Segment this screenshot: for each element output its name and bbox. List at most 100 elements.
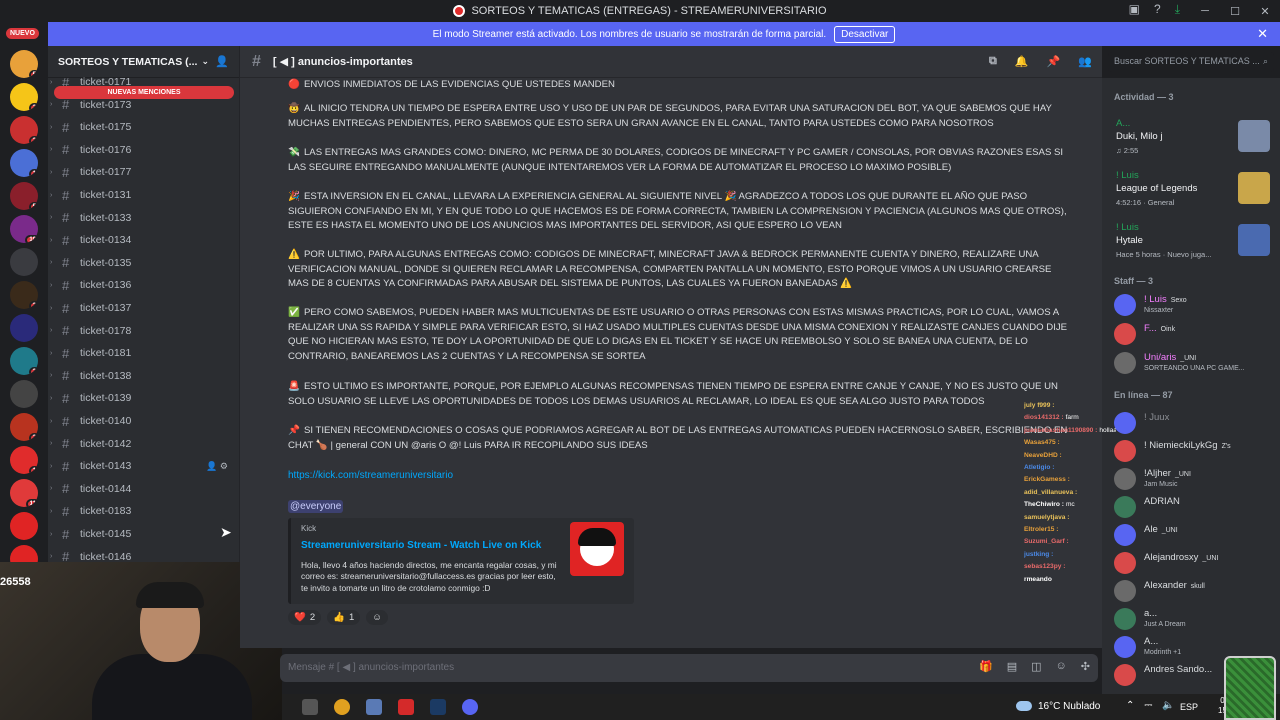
avatar [1114,496,1136,518]
embed-title[interactable]: Streameruniversitario Stream - Watch Liv… [301,540,541,551]
channel-item[interactable]: › # ticket-0131 [48,185,240,205]
channel-item[interactable]: › # ticket-0133 [48,208,240,228]
channel-item[interactable]: › # ticket-0140 [48,411,240,431]
channel-item[interactable]: › # ticket-0139 [48,388,240,408]
paragraph-emoji-icon: 📌 [288,425,300,436]
hash-icon: # [62,210,70,226]
member-row[interactable]: ! Luis Sexo Nissaxter [1114,292,1280,320]
channel-item[interactable]: › # ticket-0178 [48,321,240,341]
network-icon[interactable]: ⎓ [1144,700,1152,711]
message-paragraph: 💸 LAS ENTREGAS MAS GRANDES COMO: DINERO, … [288,146,1068,175]
channel-item[interactable]: › # ticket-0143 👤 ⚙ [48,456,240,476]
member-row[interactable]: ! NiemieckiLykGg Z's [1114,438,1280,466]
sticker-icon[interactable]: ◫ [1031,660,1041,673]
disable-streamer-mode-button[interactable]: Desactivar [834,25,896,43]
server-icon[interactable]: 5 [10,182,38,210]
members-icon[interactable]: 👥 [1078,55,1092,68]
search-input[interactable]: Buscar SORTEOS Y TEMATICAS ... ⌕ [1108,52,1274,72]
chrome-icon[interactable] [334,699,350,715]
member-name: Andres Sando... [1144,664,1212,675]
add-member-icon[interactable]: 👤 [215,55,229,68]
language-indicator[interactable]: ESP [1180,702,1198,712]
channel-item[interactable]: › # ticket-0137 [48,298,240,318]
server-icon[interactable]: 1 [10,149,38,177]
kick-link[interactable]: https://kick.com/streameruniversitario [288,470,453,481]
member-name-text: ADRIAN [1144,496,1180,507]
channel-item[interactable]: › # ticket-0177 [48,162,240,182]
server-icon[interactable]: 5 [10,50,38,78]
channel-item[interactable]: › # ticket-0135 [48,253,240,273]
threads-icon[interactable]: ⧉ [989,55,997,68]
channel-item[interactable]: › # ticket-0142 [48,434,240,454]
server-icon[interactable]: 11 [10,479,38,507]
channel-item[interactable]: › # ticket-0175 [48,117,240,137]
channel-item[interactable]: › # ticket-0183 [48,501,240,521]
server-icon[interactable] [10,512,38,540]
server-icon[interactable] [10,248,38,276]
embed-thumbnail[interactable] [570,522,624,576]
member-row[interactable]: ! Juux [1114,410,1280,438]
steam-icon[interactable] [430,699,446,715]
close-window-button[interactable]: ✕ [1250,5,1280,18]
member-row[interactable]: ADRIAN [1114,494,1280,522]
close-banner-icon[interactable]: ✕ [1257,26,1268,42]
server-icon[interactable]: 2 [10,347,38,375]
gift-icon[interactable]: 🎁 [979,660,993,673]
maximize-button[interactable]: ☐ [1220,5,1250,18]
chevron-right-icon: › [50,372,53,380]
app-icon[interactable] [302,699,318,715]
weather-widget[interactable]: 16°C Nublado [1016,701,1100,712]
minimize-button[interactable]: ─ [1190,5,1220,17]
reaction-button[interactable]: 👍 1 [327,610,361,625]
record-icon[interactable] [398,699,414,715]
server-icon[interactable] [10,380,38,408]
new-mentions-pill[interactable]: NUEVAS MENCIONES [54,86,234,99]
discord-icon[interactable] [462,699,478,715]
chat-user: adid_villanueva : [1024,488,1078,496]
channel-item[interactable]: › # ticket-0134 [48,230,240,250]
channel-item[interactable]: › # ticket-0138 [48,366,240,386]
pin-icon[interactable]: 📌 [1047,55,1061,68]
reaction-button[interactable]: ❤️ 2 [288,610,322,625]
member-row[interactable]: F... Oink [1114,321,1280,349]
server-icon[interactable]: 2 [10,83,38,111]
bell-icon[interactable]: 🔔 [1015,55,1029,68]
emoji-icon[interactable]: ☺ [1056,660,1067,673]
server-icon[interactable]: 1 [10,446,38,474]
channel-item[interactable]: › # ticket-0136 [48,275,240,295]
activity-card[interactable]: A... Duki, Milo j ♫ 2:55 [1110,118,1274,166]
channel-name: ticket-0175 [80,121,132,134]
volume-icon[interactable]: 🔈 [1162,700,1174,711]
apps-icon[interactable]: ✣ [1081,660,1090,673]
message-input[interactable]: Mensaje # [ ◀ ] anuncios-importantes 🎁 ▤… [280,654,1098,682]
download-icon[interactable]: ⤓ [1175,2,1180,17]
server-icon[interactable]: 2 [10,116,38,144]
everyone-mention[interactable]: @everyone [288,500,344,513]
server-icon[interactable]: 10 [10,215,38,243]
member-row[interactable]: Ale _UNI [1114,522,1280,550]
channel-item[interactable]: › # ticket-0144 [48,479,240,499]
channel-item[interactable]: › # ticket-0181 [48,343,240,363]
server-icon[interactable]: 2 [10,413,38,441]
explorer-icon[interactable] [366,699,382,715]
server-icon[interactable] [10,314,38,342]
streamer-body [92,654,252,720]
member-row[interactable]: a... Just A Dream [1114,606,1280,634]
help-icon[interactable]: ? [1154,2,1161,17]
activity-card[interactable]: ! Luis League of Legends 4:52:16 · General [1110,170,1274,218]
activity-card[interactable]: ! Luis Hytale Hace 5 horas · Nuevo juga... [1110,222,1274,270]
member-row[interactable]: Alexander skull [1114,578,1280,606]
message-paragraph: ⚠️ POR ULTIMO, PARA ALGUNAS ENTREGAS COMO… [288,248,1068,292]
member-row[interactable]: Uni/aris _UNI SORTEANDO UNA PC GAME... [1114,350,1280,378]
server-icon[interactable]: 2 [10,281,38,309]
member-row[interactable]: !Aljher _UNI Jam Music [1114,466,1280,494]
member-row[interactable]: Alejandrosxy _UNI [1114,550,1280,578]
channel-settings-icons[interactable]: 👤 ⚙ [206,461,228,472]
chevron-up-icon[interactable]: ⌃ [1126,700,1134,711]
add-reaction-button[interactable]: ☺ [366,610,388,625]
inbox-icon[interactable]: ▣ [1129,2,1140,17]
channel-item[interactable]: › # ticket-0176 [48,140,240,160]
gif-icon[interactable]: ▤ [1007,660,1017,673]
channel-item[interactable]: › # ticket-0145 [48,524,240,544]
paragraph-text: LAS ENTREGAS MAS GRANDES COMO: DINERO, M… [288,147,1064,173]
